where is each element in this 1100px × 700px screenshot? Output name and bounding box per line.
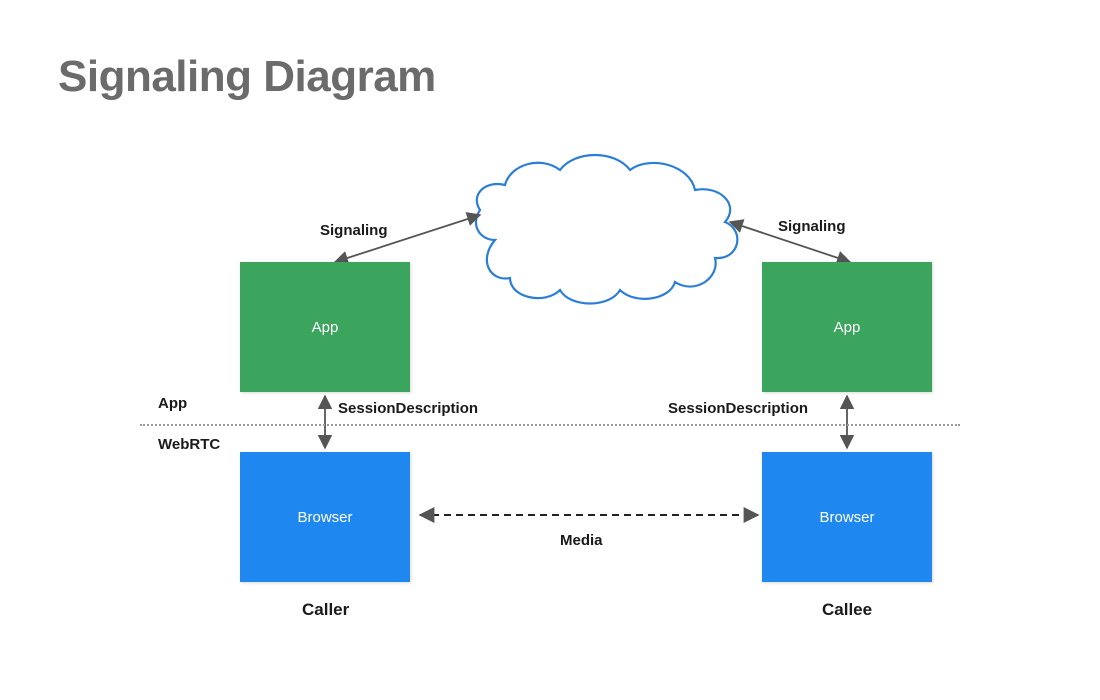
label-signaling-right: Signaling <box>778 218 846 235</box>
callee-browser-box: Browser <box>762 452 932 582</box>
cloud-icon <box>476 155 737 304</box>
section-label-app: App <box>158 395 187 412</box>
divider-line <box>140 424 960 426</box>
label-session-desc-left: SessionDescription <box>338 400 478 417</box>
callee-app-box: App <box>762 262 932 392</box>
label-signaling-left: Signaling <box>320 222 388 239</box>
caller-app-box: App <box>240 262 410 392</box>
label-callee: Callee <box>822 600 872 620</box>
caller-browser-box: Browser <box>240 452 410 582</box>
label-caller: Caller <box>302 600 349 620</box>
label-session-desc-right: SessionDescription <box>668 400 808 417</box>
diagram-svg <box>0 0 1100 700</box>
label-media: Media <box>560 532 603 549</box>
section-label-webrtc: WebRTC <box>158 436 220 453</box>
